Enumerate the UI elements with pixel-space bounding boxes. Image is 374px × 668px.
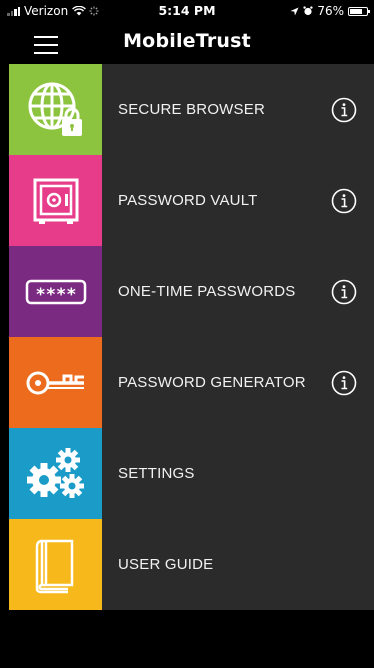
svg-text:****: **** [35,285,76,305]
info-button-password-generator[interactable] [314,337,374,428]
globe-lock-icon [28,82,82,136]
menu-item-user-guide[interactable]: USER GUIDE [9,519,374,610]
menu-label-settings: SETTINGS [118,465,195,482]
menu-item-one-time-passwords[interactable]: **** ONE-TIME PASSWORDS [9,246,374,337]
menu-item-settings[interactable]: SETTINGS [9,428,374,519]
location-arrow-icon [290,6,299,16]
safe-icon [33,178,78,224]
main-menu: SECURE BROWSER PASSWORD VAULT **** ONE-T… [9,64,374,610]
menu-label-secure-browser: SECURE BROWSER [118,101,265,118]
info-icon [331,188,357,213]
menu-tile-user-guide [9,519,102,610]
menu-item-password-vault[interactable]: PASSWORD VAULT [9,155,374,246]
menu-item-password-generator[interactable]: PASSWORD GENERATOR [9,337,374,428]
battery-icon [348,6,370,16]
menu-tile-secure-browser [9,64,102,155]
menu-item-secure-browser[interactable]: SECURE BROWSER [9,64,374,155]
menu-label-password-generator: PASSWORD GENERATOR [118,374,306,391]
info-icon [331,370,357,395]
book-icon [35,539,73,593]
status-right: 76% [290,4,370,18]
menu-tile-settings [9,428,102,519]
info-icon [331,97,357,122]
alarm-icon [303,6,313,16]
menu-label-password-vault: PASSWORD VAULT [118,192,258,209]
info-button-secure-browser[interactable] [314,64,374,155]
info-icon [331,279,357,304]
info-button-one-time-passwords[interactable] [314,246,374,337]
status-bar: Verizon 5:14 PM 76% [0,0,374,22]
battery-percent: 76% [317,4,344,18]
nav-bar: MobileTrust [0,22,374,64]
info-button-password-vault[interactable] [314,155,374,246]
menu-tile-one-time-passwords: **** [9,246,102,337]
gears-icon [26,447,84,498]
menu-tile-password-generator [9,337,102,428]
app-title: MobileTrust [123,30,251,52]
bottom-empty-area [0,610,374,668]
menu-label-user-guide: USER GUIDE [118,556,214,573]
password-field-icon: **** [25,279,86,305]
key-icon [26,371,84,394]
menu-tile-password-vault [9,155,102,246]
menu-label-one-time-passwords: ONE-TIME PASSWORDS [118,283,296,300]
